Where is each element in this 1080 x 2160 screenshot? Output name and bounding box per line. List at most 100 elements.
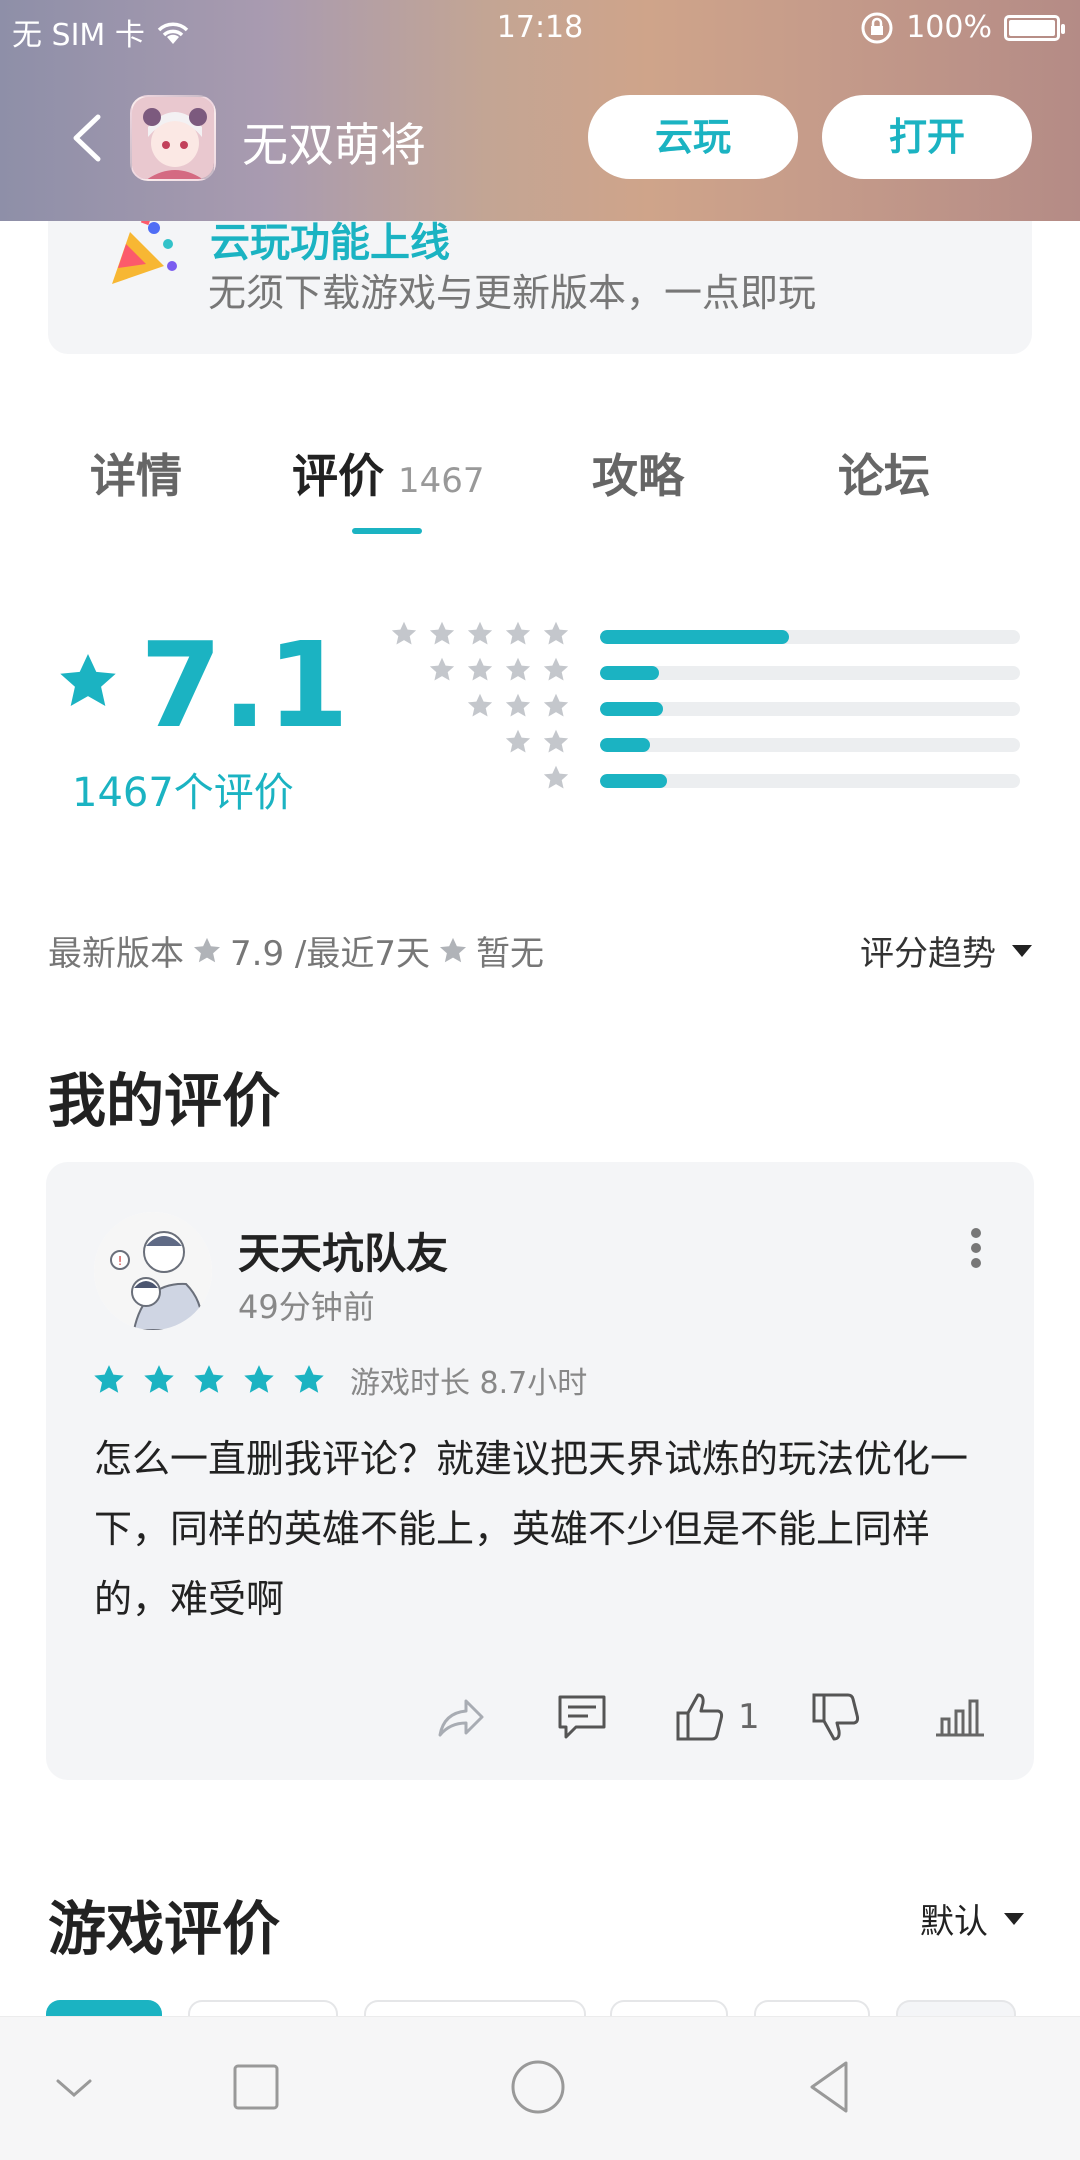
star-icon [429, 621, 455, 645]
status-bar: 无 SIM 卡 17:18 100% [0, 0, 1080, 56]
rotation-lock-icon [861, 12, 893, 43]
rating-row-4-star [380, 656, 1020, 686]
my-review-title: 我的评价 [48, 1067, 281, 1135]
rating-bar-track [600, 702, 1020, 716]
thumbs-down-icon [812, 1693, 860, 1741]
review-stars: 游戏时长 8.7小时 [92, 1358, 587, 1402]
status-right: 100% [860, 10, 1065, 45]
star-icon [467, 693, 493, 717]
star-icon [244, 1365, 274, 1393]
review-user-name: 天天坑队友 [238, 1229, 449, 1278]
share-icon [438, 1699, 484, 1737]
sort-dropdown[interactable]: 默认 [920, 1894, 1024, 1943]
rating-bar-track [600, 666, 1020, 680]
comment-button[interactable] [554, 1682, 610, 1752]
play-time: 游戏时长 8.7小时 [350, 1366, 588, 1401]
chevron-down-icon[interactable] [44, 2057, 104, 2117]
tab-reviews-label: 评价 [292, 449, 384, 503]
latest-version-label: 最新版本 [48, 934, 184, 974]
like-button[interactable]: 1 [672, 1682, 760, 1752]
rating-row-stars [542, 764, 600, 792]
star-icon [505, 729, 531, 753]
tab-bar: 详情 评价 1467 攻略 论坛 [0, 440, 1080, 540]
thumbs-up-icon [676, 1693, 724, 1741]
star-icon [543, 621, 569, 645]
star-icon [429, 657, 455, 681]
star-icon [543, 729, 569, 753]
app-title: 无双萌将 [242, 118, 426, 172]
tab-guide[interactable]: 攻略 [592, 440, 684, 506]
rating-row-stars [428, 656, 600, 684]
battery-icon [1004, 14, 1065, 41]
score-meta-row: 最新版本 7.9 /最近7天 暂无 评分趋势 [48, 926, 1032, 976]
recents-square-icon[interactable] [226, 2057, 286, 2117]
star-icon [467, 657, 493, 681]
rating-bar-fill [600, 666, 659, 680]
star-icon [505, 621, 531, 645]
star-icon [505, 693, 531, 717]
rating-row-2-star [380, 728, 1020, 758]
avatar[interactable]: ! [94, 1212, 212, 1330]
cloud-play-button[interactable]: 云玩 [588, 95, 798, 179]
star-icon [194, 937, 220, 962]
my-review-card: ! 天天坑队友 49分钟前 游戏时长 8.7小时 怎么一直删我评论？就建议把天界… [46, 1162, 1034, 1780]
average-score: 7.1 [140, 616, 350, 754]
tab-reviews-count: 1467 [398, 461, 485, 501]
rating-trend-dropdown[interactable]: 评分趋势 [860, 926, 1032, 975]
app-header: 无 SIM 卡 17:18 100% 无双萌将 云玩 打开 [0, 0, 1080, 221]
dropdown-arrow-icon [1012, 944, 1032, 957]
stats-button[interactable] [932, 1682, 988, 1752]
comment-icon [558, 1695, 606, 1739]
tab-reviews[interactable]: 评价 1467 [292, 440, 485, 506]
rating-row-1-star [380, 764, 1020, 794]
rating-bar-fill [600, 738, 651, 752]
recent-score: 暂无 [475, 934, 544, 974]
star-icon [439, 937, 466, 962]
star-icon [94, 1365, 124, 1393]
dropdown-arrow-icon [1004, 1912, 1024, 1925]
star-icon [294, 1365, 324, 1393]
rating-bar-fill [600, 774, 668, 788]
star-icon [467, 621, 493, 645]
title-bar: 无双萌将 云玩 打开 [0, 95, 1080, 181]
dislike-button[interactable] [808, 1682, 864, 1752]
star-icon [543, 693, 569, 717]
star-icon [543, 765, 569, 789]
rating-row-3-star [380, 692, 1020, 722]
rating-row-stars [390, 620, 600, 648]
app-icon [130, 95, 216, 181]
star-icon [144, 1365, 174, 1393]
back-triangle-icon[interactable] [800, 2057, 860, 2117]
active-tab-indicator [352, 528, 422, 534]
rating-count: 1467个评价 [72, 770, 294, 816]
game-reviews-title: 游戏评价 [48, 1895, 281, 1963]
rating-bar-track [600, 774, 1020, 788]
rating-bar-fill [600, 630, 789, 644]
rating-row-stars [466, 692, 600, 720]
rating-row-stars [504, 728, 600, 756]
rating-bar-track [600, 738, 1020, 752]
latest-version-score: 7.9 /最近7天 [230, 934, 430, 974]
battery-percent: 100% [906, 10, 992, 45]
home-circle-icon[interactable] [508, 2057, 568, 2117]
tab-forum[interactable]: 论坛 [838, 440, 930, 506]
version-scores: 最新版本 7.9 /最近7天 暂无 [48, 926, 544, 975]
open-button[interactable]: 打开 [822, 95, 1032, 179]
share-button[interactable] [432, 1682, 488, 1752]
star-icon [543, 657, 569, 681]
star-icon [505, 657, 531, 681]
tab-details[interactable]: 详情 [90, 440, 182, 506]
sort-label: 默认 [920, 1902, 988, 1942]
review-actions: 1 [46, 1682, 1034, 1762]
rating-row-5-star [380, 620, 1020, 650]
more-options-icon[interactable] [970, 1228, 982, 1268]
bar-chart-icon [936, 1699, 984, 1737]
system-navigation-bar [0, 2016, 1080, 2160]
like-count: 1 [738, 1697, 760, 1737]
rating-bar-fill [600, 702, 663, 716]
back-arrow-icon[interactable] [66, 113, 110, 163]
party-popper-icon [112, 214, 177, 284]
star-icon [60, 654, 116, 706]
rating-trend-label: 评分趋势 [860, 934, 996, 974]
svg-text:!: ! [118, 1254, 123, 1268]
